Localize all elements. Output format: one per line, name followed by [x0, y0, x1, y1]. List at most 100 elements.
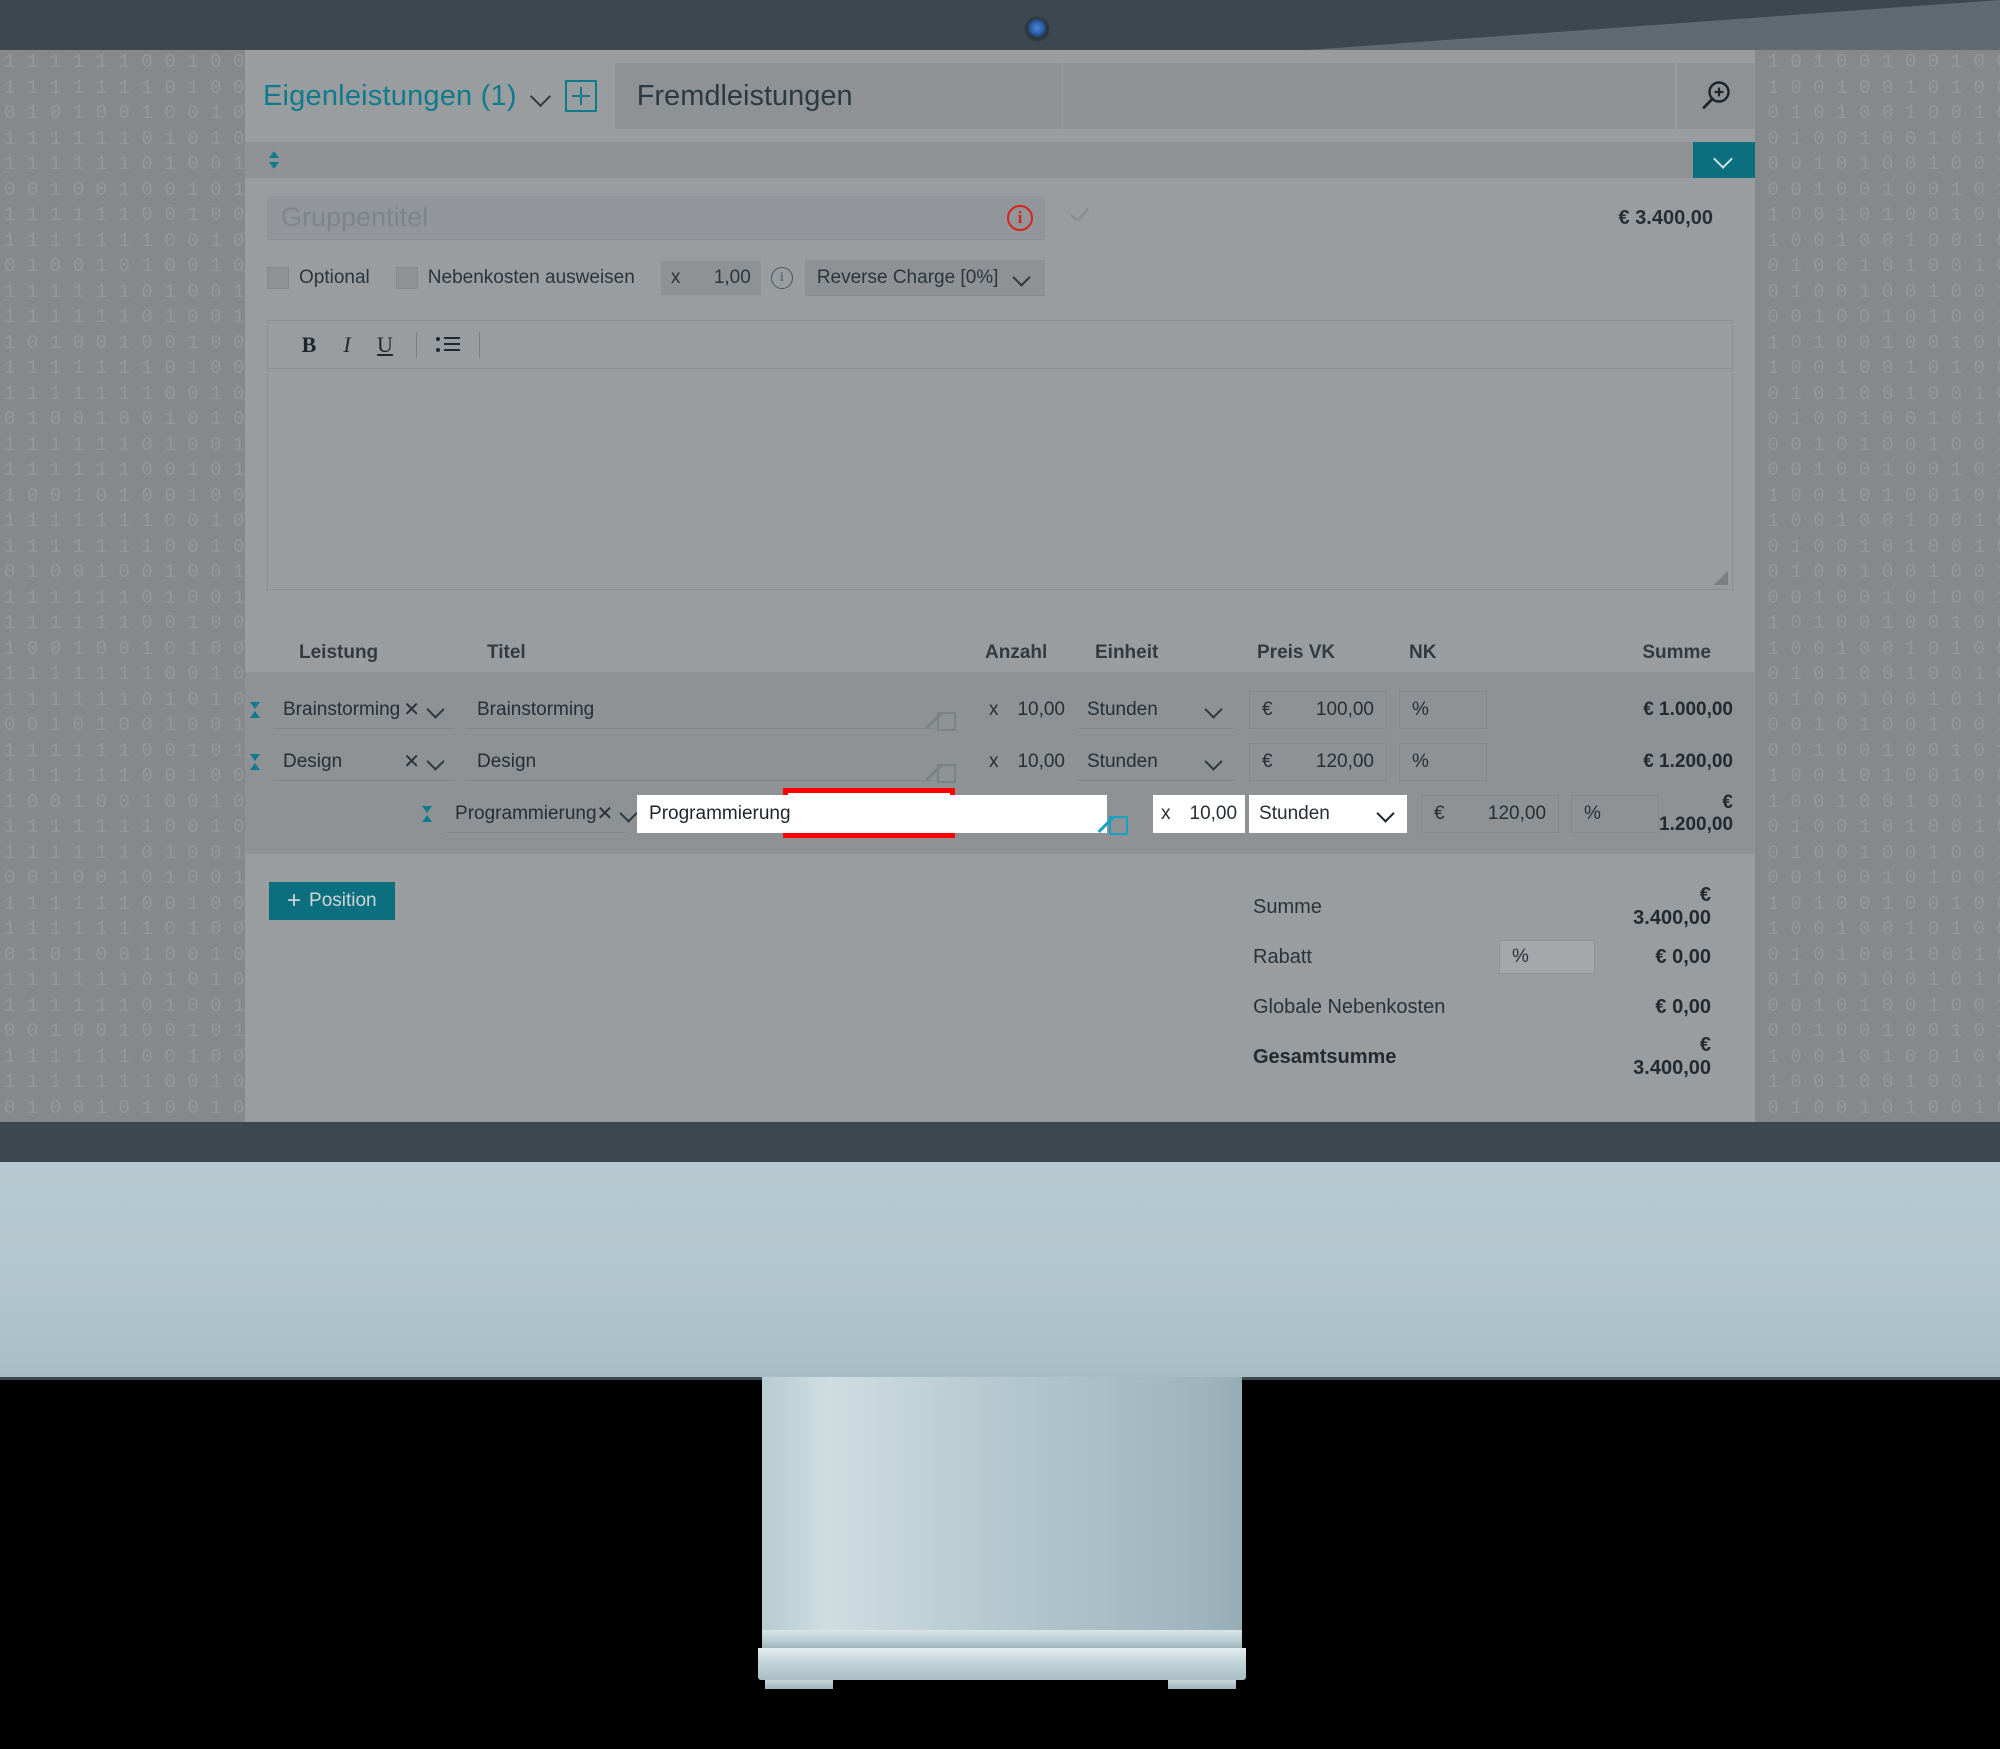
row-leistung-value: Brainstorming	[283, 698, 401, 720]
monitor-scene: 1111110010010100100100101001001001010010…	[0, 0, 2000, 1749]
add-position-button[interactable]: + Position	[269, 882, 395, 920]
chevron-down-icon[interactable]	[531, 86, 551, 106]
row-titel-input[interactable]: Brainstorming	[465, 691, 935, 729]
group-multiplier-input[interactable]: x 1,00	[660, 261, 761, 295]
tax-select[interactable]: Reverse Charge [0%]	[804, 260, 1045, 296]
bullet-list-icon	[436, 336, 460, 354]
total-label: Globale Nebenkosten	[1253, 995, 1446, 1018]
group-options-row: Optional Nebenkosten ausweisen x 1,00 i …	[267, 240, 1733, 296]
group-title-row: Gruppentitel i € 3.400,00	[267, 178, 1733, 240]
row-titel-input[interactable]: Design	[465, 743, 935, 781]
row-summe: € 1.000,00	[1643, 699, 1733, 720]
bullet-list-button[interactable]	[429, 326, 467, 364]
sort-handle-icon[interactable]	[265, 149, 283, 171]
total-value: € 0,00	[1655, 945, 1711, 968]
info-error-icon[interactable]: i	[1007, 204, 1033, 231]
monitor-neck-panel	[0, 1162, 2000, 1377]
row-einheit-select[interactable]: Stunden	[1249, 795, 1408, 833]
total-row-rabatt: Rabatt % € 0,00	[1253, 932, 1711, 982]
tab-fremdleistungen[interactable]: Fremdleistungen	[614, 63, 1062, 129]
group-title-placeholder: Gruppentitel	[281, 202, 429, 232]
monitor-stand-lip	[762, 1630, 1242, 1648]
info-icon[interactable]: i	[770, 267, 793, 289]
add-position-plus: +	[287, 887, 302, 914]
row-nk-input[interactable]: %	[1399, 743, 1487, 781]
clear-x-icon[interactable]: ✕	[403, 700, 427, 720]
total-mid: %	[1499, 940, 1617, 974]
editor-textarea[interactable]	[267, 368, 1733, 590]
column-header-anzahl: Anzahl	[985, 642, 1048, 663]
row-titel-input[interactable]: Programmierung	[637, 795, 1108, 833]
row-nk-value: %	[1412, 699, 1429, 720]
header-spacer	[1062, 63, 1675, 129]
total-label: Rabatt	[1253, 945, 1312, 968]
italic-button[interactable]: I	[328, 326, 366, 364]
rabatt-percent-input[interactable]: %	[1499, 940, 1595, 974]
row-anzahl-value: 10,00	[1189, 803, 1238, 824]
row-preis-input[interactable]: € 100,00	[1249, 691, 1387, 729]
totals-panel: Summe € 3.400,00 Rabatt % € 0,00 Globale…	[1253, 882, 1731, 1082]
row-anzahl-input[interactable]: x 10,00	[981, 691, 1073, 729]
row-currency: €	[1262, 751, 1273, 772]
editor-toolbar: B I U	[267, 320, 1733, 368]
row-preis-value: 120,00	[1315, 751, 1374, 772]
row-anzahl-input[interactable]: x 10,00	[1153, 795, 1246, 833]
table-row: Brainstorming ✕ Brainstorming x 10,00 St…	[245, 686, 1755, 734]
row-preis-input[interactable]: € 120,00	[1249, 743, 1387, 781]
clear-x-icon[interactable]: ✕	[403, 752, 427, 772]
tab-eigenleistungen[interactable]: Eigenleistungen (1)	[245, 50, 597, 142]
row-einheit-value: Stunden	[1087, 698, 1158, 720]
row-nk-input[interactable]: %	[1571, 795, 1660, 833]
multiplier-value: 1,00	[713, 267, 751, 288]
row-nk-value: %	[1584, 803, 1601, 824]
column-header-einheit: Einheit	[1095, 642, 1159, 663]
chevron-down-icon	[1205, 752, 1225, 772]
add-position-label: Position	[309, 890, 377, 911]
total-row-summe: Summe € 3.400,00	[1253, 882, 1711, 932]
optional-label: Optional	[299, 267, 370, 288]
description-editor: B I U	[267, 320, 1733, 590]
row-anzahl-value: 10,00	[1017, 699, 1065, 720]
monitor-foot-left	[765, 1680, 833, 1689]
magnifier-plus-icon	[1702, 81, 1730, 109]
monitor-stand-column	[762, 1377, 1242, 1630]
underline-button[interactable]: U	[366, 326, 404, 364]
row-preis-value: 120,00	[1487, 803, 1547, 824]
collapse-group-button[interactable]	[1693, 142, 1755, 178]
items-table-body: Brainstorming ✕ Brainstorming x 10,00 St…	[245, 672, 1755, 854]
add-group-icon[interactable]	[564, 80, 597, 112]
row-einheit-value: Stunden	[1087, 750, 1158, 772]
tab-fremdleistungen-label: Fremdleistungen	[636, 79, 853, 112]
column-header-titel: Titel	[487, 642, 526, 663]
total-label: Gesamtsumme	[1253, 1045, 1397, 1068]
row-leistung-select[interactable]: Design ✕	[273, 743, 455, 781]
total-row-gesamtsumme: Gesamtsumme € 3.400,00	[1253, 1032, 1711, 1082]
row-preis-input[interactable]: € 120,00	[1421, 795, 1560, 833]
tax-select-value: Reverse Charge [0%]	[816, 266, 999, 288]
monitor-chassis-bottom	[0, 1122, 2000, 1162]
row-leistung-select[interactable]: Brainstorming ✕	[273, 691, 455, 729]
check-icon[interactable]	[1067, 205, 1093, 231]
row-anzahl-prefix: x	[989, 751, 999, 772]
nebenkosten-checkbox[interactable]	[395, 267, 418, 289]
row-titel-value: Brainstorming	[477, 698, 595, 720]
app-window: Eigenleistungen (1) Fremdleistungen Grup…	[245, 50, 1755, 1122]
row-einheit-select[interactable]: Stunden	[1077, 691, 1235, 729]
bold-button[interactable]: B	[290, 326, 328, 364]
total-value: € 3.400,00	[1633, 884, 1711, 929]
row-nk-input[interactable]: %	[1399, 691, 1487, 729]
group-sortbar	[245, 142, 1755, 178]
row-anzahl-prefix: x	[1161, 803, 1171, 824]
optional-checkbox[interactable]	[267, 267, 289, 289]
row-einheit-value: Stunden	[1259, 803, 1330, 824]
group-title-input[interactable]: Gruppentitel i	[267, 196, 1045, 240]
row-einheit-select[interactable]: Stunden	[1077, 743, 1235, 781]
row-leistung-select[interactable]: Programmierung ✕	[445, 795, 628, 833]
rabatt-percent-value: %	[1512, 946, 1529, 967]
total-row-globale-nebenkosten: Globale Nebenkosten € 0,00	[1253, 982, 1711, 1032]
row-anzahl-input[interactable]: x 10,00	[981, 743, 1073, 781]
resize-grip-icon[interactable]	[1714, 571, 1728, 585]
group-footer: + Position Summe € 3.400,00 Rabatt % € 0…	[245, 882, 1755, 1082]
search-zoom-button[interactable]	[1675, 63, 1755, 129]
clear-x-icon[interactable]: ✕	[597, 804, 621, 824]
